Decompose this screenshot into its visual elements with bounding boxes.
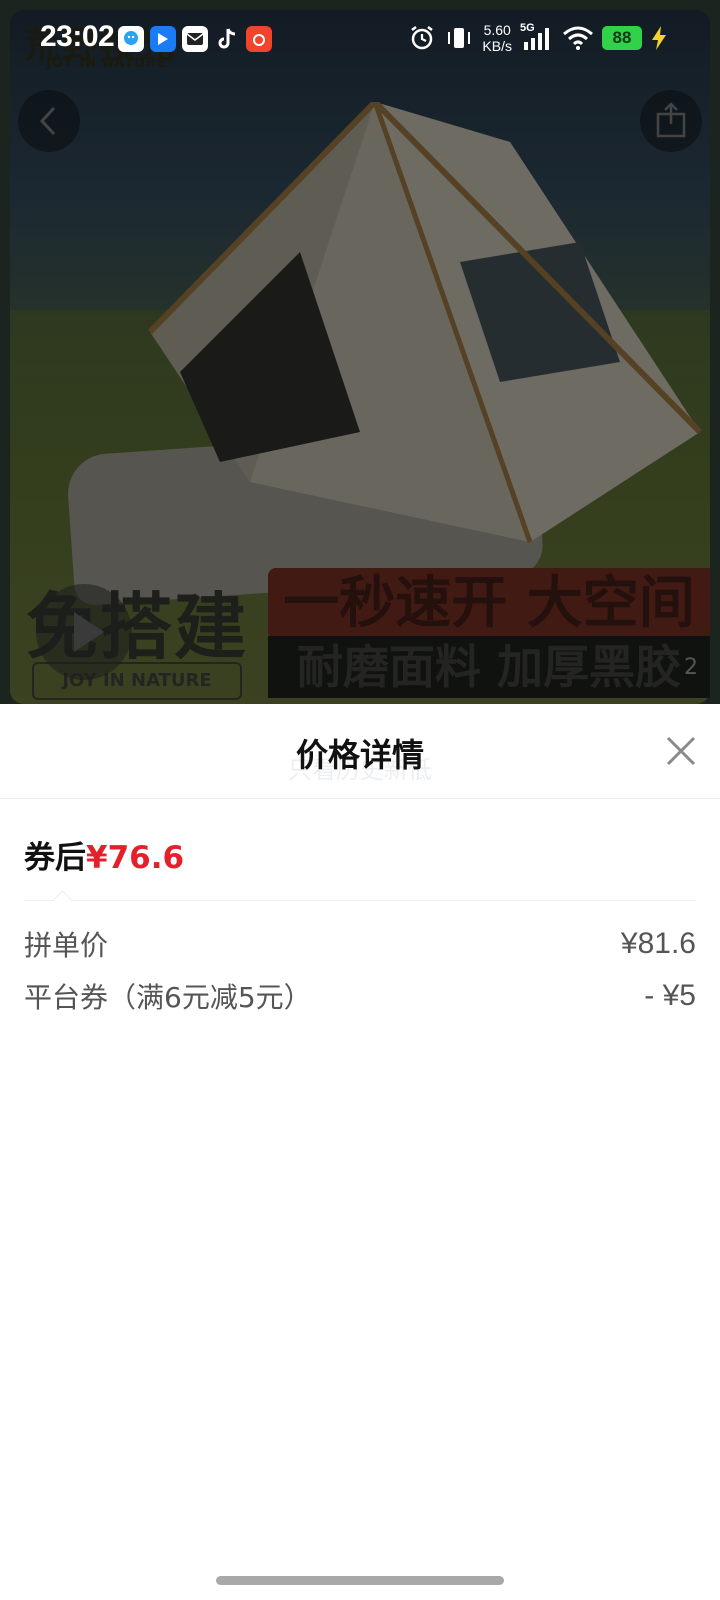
- tiktok-icon: [214, 26, 240, 52]
- screen: 荒野按光 JOY IN NATURE 免搭建 JOY IN NATURE 一秒速…: [0, 0, 720, 1600]
- divider: [24, 900, 696, 901]
- status-time: 23:02: [40, 20, 115, 53]
- battery-level: 88: [602, 26, 642, 50]
- divider-notch: [53, 890, 72, 909]
- alarm-icon: [411, 26, 434, 50]
- platform-coupon-value: - ¥5: [644, 979, 696, 1012]
- charging-icon: [652, 26, 666, 50]
- status-indicators: 5.60 KB/s 5G 88: [408, 22, 668, 54]
- qq-icon: [118, 26, 144, 52]
- group-price-value: ¥81.6: [620, 927, 696, 960]
- group-price-label: 拼单价: [24, 929, 109, 962]
- status-bar: 23:02 5.60 KB/s 5G 88: [0, 0, 720, 80]
- signal-bars-icon: [524, 28, 549, 50]
- image-page-indicator: 2: [684, 655, 698, 680]
- network-speed-value: 5.60: [483, 22, 511, 38]
- share-button[interactable]: [640, 90, 702, 152]
- email-icon: [182, 26, 208, 52]
- final-price-summary: 券后¥76.6: [24, 832, 184, 877]
- vibrate-icon: [448, 28, 471, 48]
- wifi-icon: [563, 26, 593, 50]
- share-icon: [656, 102, 686, 138]
- sheet-title: 价格详情: [295, 736, 424, 774]
- baidu-netdisk-icon: [150, 26, 176, 52]
- chevron-left-icon: [39, 106, 56, 136]
- home-indicator[interactable]: [216, 1576, 504, 1585]
- close-button[interactable]: [664, 734, 698, 768]
- network-speed-unit: KB/s: [482, 38, 512, 54]
- product-image-area: 荒野按光 JOY IN NATURE 免搭建 JOY IN NATURE 一秒速…: [0, 0, 720, 704]
- back-button[interactable]: [18, 90, 80, 152]
- price-row-platform-coupon: 平台券（满6元减5元） - ¥5: [24, 976, 696, 1016]
- price-details-sheet: 只看历史新低 价格详情 券后¥76.6 拼单价 ¥81.6 平台券（满6元减5元…: [0, 704, 720, 1600]
- notification-icons: [118, 26, 272, 52]
- cellular-signal: 5G: [520, 22, 554, 52]
- platform-coupon-label: 平台券（满6元减5元）: [24, 981, 312, 1014]
- final-price-value: ¥76.6: [86, 840, 185, 876]
- sheet-header: 只看历史新低 价格详情: [0, 704, 720, 799]
- weibo-icon: [246, 26, 272, 52]
- play-video-button[interactable]: [36, 584, 132, 680]
- final-price-label: 券后: [24, 840, 86, 876]
- close-icon: [666, 736, 696, 766]
- price-row-group-price: 拼单价 ¥81.6: [24, 924, 696, 964]
- network-speed: 5.60 KB/s: [482, 22, 512, 54]
